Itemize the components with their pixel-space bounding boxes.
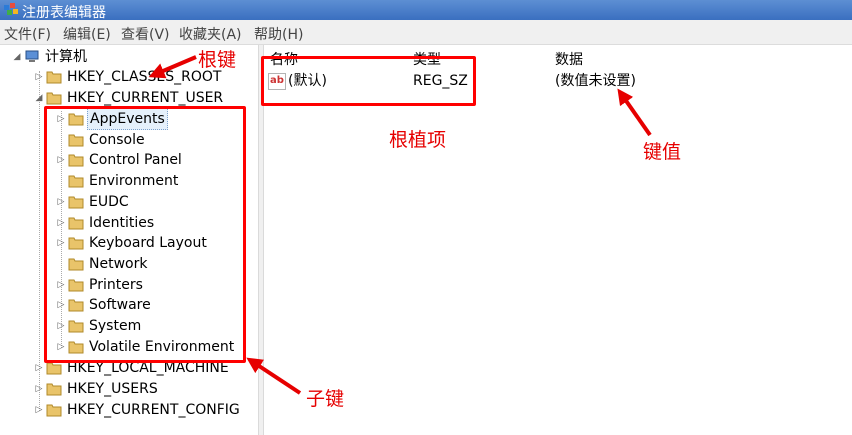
arrow-subkey <box>246 357 302 395</box>
arrow-key-value <box>617 88 652 137</box>
annotation-arrows <box>148 55 652 395</box>
arrow-root-key <box>148 55 197 79</box>
